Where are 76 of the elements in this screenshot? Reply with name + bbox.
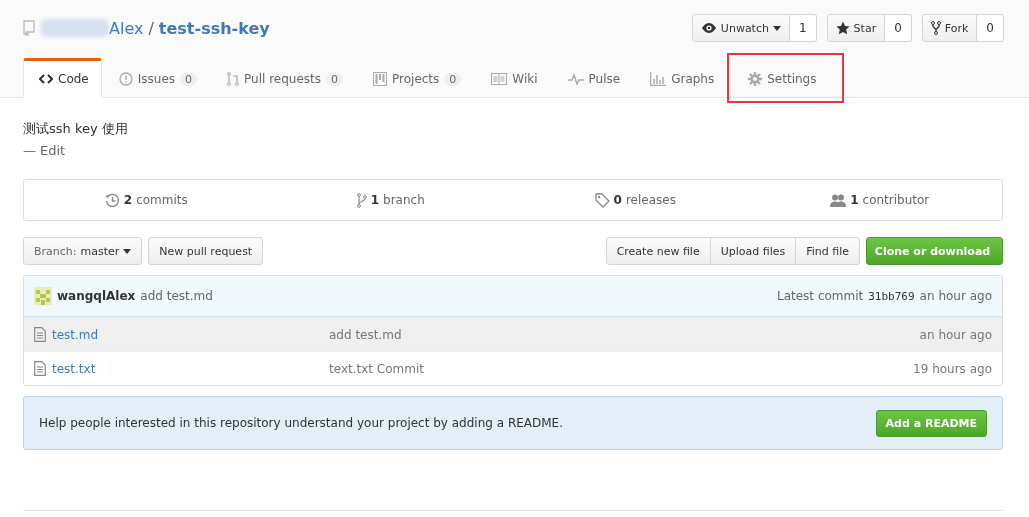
file-name-link[interactable]: test.txt (52, 361, 96, 376)
counter-badge: 0 (326, 72, 343, 86)
caret-icon (772, 25, 781, 31)
star-button[interactable]: Star (826, 14, 886, 42)
watch-button[interactable]: Unwatch (691, 14, 790, 42)
commit-time: an hour ago (919, 289, 992, 303)
new-pull-request-button[interactable]: New pull request (148, 237, 264, 265)
pull-request-icon (227, 71, 240, 87)
file-name-link[interactable]: test.md (52, 327, 99, 342)
file-row[interactable]: test.txt text.txt Commit 19 hours ago (24, 351, 1002, 385)
file-action-button[interactable]: Create new file (605, 237, 711, 265)
summary-label: releases (625, 193, 676, 207)
code-icon (39, 74, 53, 84)
branch-icon (356, 192, 367, 208)
repo-icon (23, 20, 35, 36)
file-commit-message-link[interactable]: add test.md (329, 327, 920, 342)
summary-count: 1 (370, 193, 380, 207)
notice-text: Help people interested in this repository understand your project by adding a README. (39, 416, 563, 430)
file-row[interactable]: test.md add test.md an hour ago (24, 317, 1002, 351)
repo-description: 测试ssh key 使用 (23, 120, 129, 138)
summary-link[interactable]: 1 branch (268, 192, 513, 208)
summary-count: 2 (123, 193, 133, 207)
dash-text: — (23, 143, 36, 158)
file-commit-message-link[interactable]: text.txt Commit (329, 361, 914, 376)
book-icon (491, 73, 508, 85)
file-icon (34, 361, 46, 376)
summary-label: branch (383, 193, 425, 207)
nav-tab[interactable]: Issues 0 (102, 58, 211, 98)
summary-link[interactable]: 1 contributor (757, 193, 1002, 207)
avatar-icon (34, 287, 52, 305)
summary-link[interactable]: 0 releases (513, 192, 758, 208)
count-link[interactable]: 1 (789, 14, 817, 42)
summary-label: contributor (862, 193, 930, 207)
commit-sha-link[interactable]: 31bb769 (868, 289, 915, 303)
summary-count: 1 (850, 193, 859, 207)
redaction-blur (41, 19, 109, 37)
summary-link[interactable]: 2 commits (24, 192, 269, 208)
file-age: 19 hours ago (913, 361, 992, 376)
nav-tab[interactable]: Graphs (634, 58, 728, 98)
history-icon (104, 192, 120, 208)
latest-commit-label: Latest commit (777, 289, 864, 303)
people-icon (830, 193, 847, 207)
star-icon (835, 21, 850, 35)
count-link[interactable]: 0 (977, 14, 1004, 42)
branch-select-button[interactable]: Branch: master (23, 237, 143, 265)
counter-badge: 0 (180, 72, 198, 86)
project-board-icon (373, 72, 387, 86)
summary-count: 0 (613, 193, 622, 207)
commit-message-link[interactable]: add test.md (140, 289, 213, 303)
path-separator: / (148, 18, 154, 38)
fork-button[interactable]: Fork (921, 14, 978, 42)
file-action-button[interactable]: Find file (795, 237, 860, 265)
bar-graph-icon (650, 72, 667, 86)
file-age: an hour ago (919, 327, 992, 342)
nav-tab[interactable]: Projects 0 (357, 58, 475, 98)
pulse-icon (567, 73, 584, 85)
nav-tab[interactable]: Pulse (551, 58, 634, 98)
eye-icon (700, 22, 717, 34)
issue-icon (118, 72, 133, 86)
settings-icon (748, 72, 763, 86)
nav-tab[interactable]: Wiki (475, 58, 551, 98)
counter-badge: 0 (444, 72, 462, 86)
commit-author-link[interactable]: wangqlAlex (57, 289, 136, 303)
nav-tab[interactable]: Pull requests 0 (211, 58, 356, 98)
edit-link[interactable]: Edit (40, 143, 66, 158)
count-link[interactable]: 0 (885, 14, 912, 42)
caret-icon (123, 248, 132, 254)
summary-label: commits (136, 193, 188, 207)
fork-icon (930, 21, 941, 35)
file-action-button[interactable]: Upload files (709, 237, 797, 265)
nav-tab[interactable]: Code (23, 58, 102, 98)
repo-name-link[interactable]: test-ssh-key (158, 18, 270, 38)
owner-link[interactable]: Alex (109, 18, 144, 38)
file-icon (34, 327, 46, 342)
nav-tab[interactable]: Settings (732, 58, 840, 98)
tag-icon (594, 192, 610, 208)
